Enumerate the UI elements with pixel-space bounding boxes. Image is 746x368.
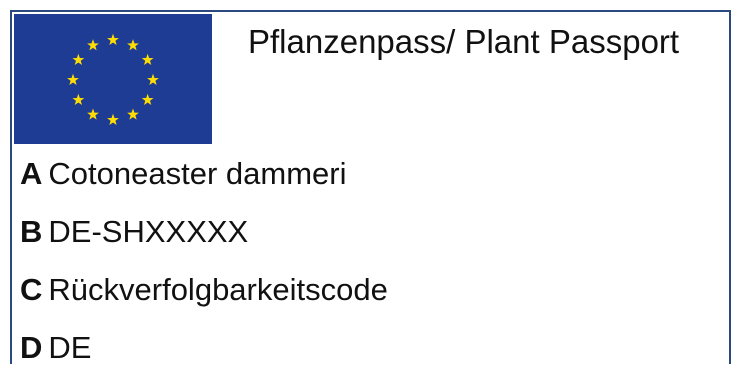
field-d-value: DE [48, 330, 92, 365]
eu-stars-circle [67, 33, 159, 126]
field-b-key: B [20, 214, 43, 249]
star-icon [87, 108, 99, 120]
star-icon [147, 73, 159, 86]
plant-passport-label: Pflanzenpass/ Plant Passport A Cotoneaste… [10, 10, 731, 365]
star-icon [107, 113, 119, 126]
field-b-registration-number: B DE-SHXXXXX [20, 212, 248, 252]
field-b-value: DE-SHXXXXX [48, 214, 249, 249]
star-icon [107, 33, 119, 46]
field-a-botanical-name: A Cotoneaster dammeri [20, 154, 346, 194]
field-c-value: Rückverfolgbarkeitscode [48, 272, 388, 307]
star-icon [72, 53, 85, 66]
field-a-key: A [20, 156, 43, 191]
star-icon [141, 93, 154, 106]
star-icon [141, 53, 154, 66]
field-d-key: D [20, 330, 43, 365]
star-icon [87, 39, 99, 51]
star-icon [127, 108, 139, 120]
star-icon [127, 39, 139, 51]
star-icon [72, 93, 85, 106]
field-c-key: C [20, 272, 43, 307]
field-a-value: Cotoneaster dammeri [48, 156, 347, 191]
field-d-country-of-origin: D DE [20, 328, 91, 368]
passport-title: Pflanzenpass/ Plant Passport [248, 23, 680, 60]
eu-flag-icon [14, 14, 212, 144]
field-c-traceability-code: C Rückverfolgbarkeitscode [20, 270, 388, 310]
star-icon [67, 73, 79, 86]
